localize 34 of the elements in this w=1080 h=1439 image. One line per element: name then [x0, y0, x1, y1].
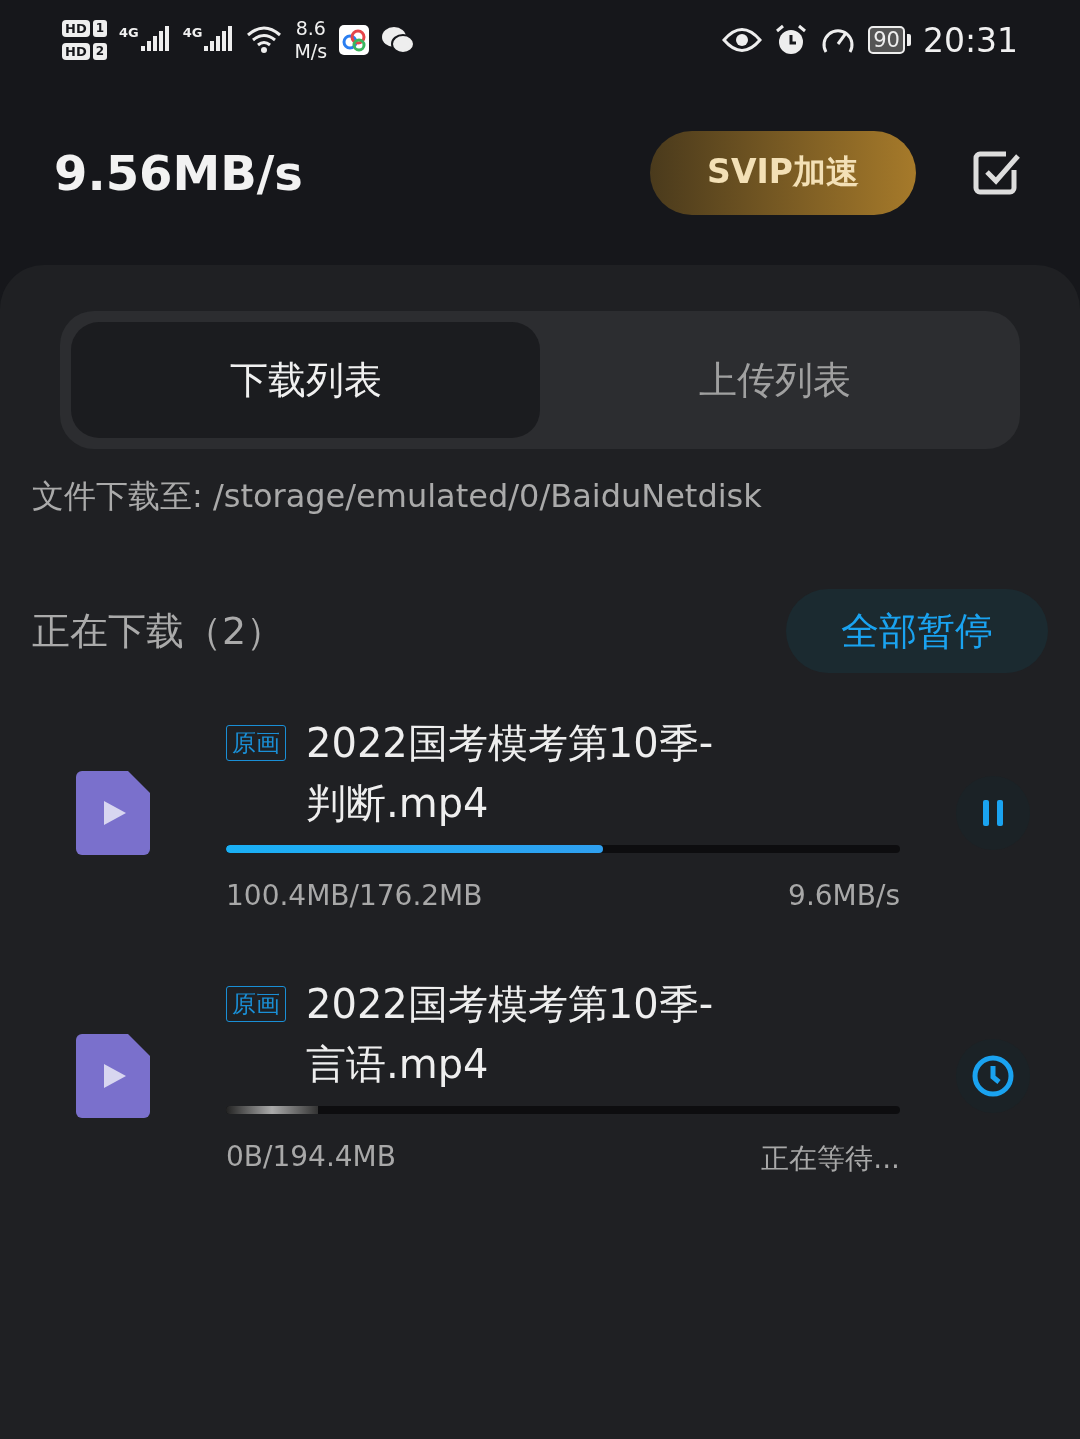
list-tab[interactable]: 下载列表 — [71, 322, 540, 438]
sim-slot: 2 — [92, 43, 108, 60]
file-name: 2022国考模考第10季-判断.mp4 — [306, 719, 715, 828]
clock-icon — [971, 1054, 1015, 1098]
download-status: 9.6MB/s — [788, 879, 900, 912]
quality-tag: 原画 — [226, 725, 286, 761]
download-path: 文件下载至: /storage/emulated/0/BaiduNetdisk — [32, 476, 763, 517]
file-size: 0B/194.4MB — [226, 1140, 396, 1175]
alarm-icon — [774, 23, 809, 57]
eye-icon — [722, 27, 763, 53]
hd-badge: HD — [62, 20, 90, 37]
clock-time: 20:31 — [922, 20, 1018, 60]
section-title: 正在下载（2） — [32, 607, 286, 655]
chat-app-icon — [381, 25, 416, 55]
battery-level: 90 — [868, 26, 905, 54]
cloud-app-icon — [339, 25, 370, 55]
pause-icon — [981, 799, 1005, 826]
download-status: 正在等待... — [761, 1141, 900, 1177]
video-file-icon — [76, 1034, 150, 1118]
quality-tag: 原画 — [226, 986, 286, 1022]
download-speed: 9.56MB/s — [54, 144, 304, 201]
svip-button[interactable]: SVIP加速 — [650, 130, 916, 215]
sim-slot: 1 — [92, 20, 108, 37]
video-file-icon — [76, 770, 150, 855]
net-speed-unit: M/s — [294, 40, 328, 63]
file-size: 100.4MB/176.2MB — [226, 879, 483, 912]
pause-all-button[interactable]: 全部暂停 — [786, 589, 1048, 673]
net-speed: 8.6 — [295, 17, 326, 40]
network-type: 4G — [119, 25, 139, 40]
hd-badge: HD — [62, 43, 90, 60]
network-type: 4G — [182, 25, 203, 40]
list-tab[interactable]: 上传列表 — [540, 322, 1009, 438]
wifi-icon — [246, 25, 283, 55]
file-name: 2022国考模考第10季-言语.mp4 — [306, 980, 715, 1089]
